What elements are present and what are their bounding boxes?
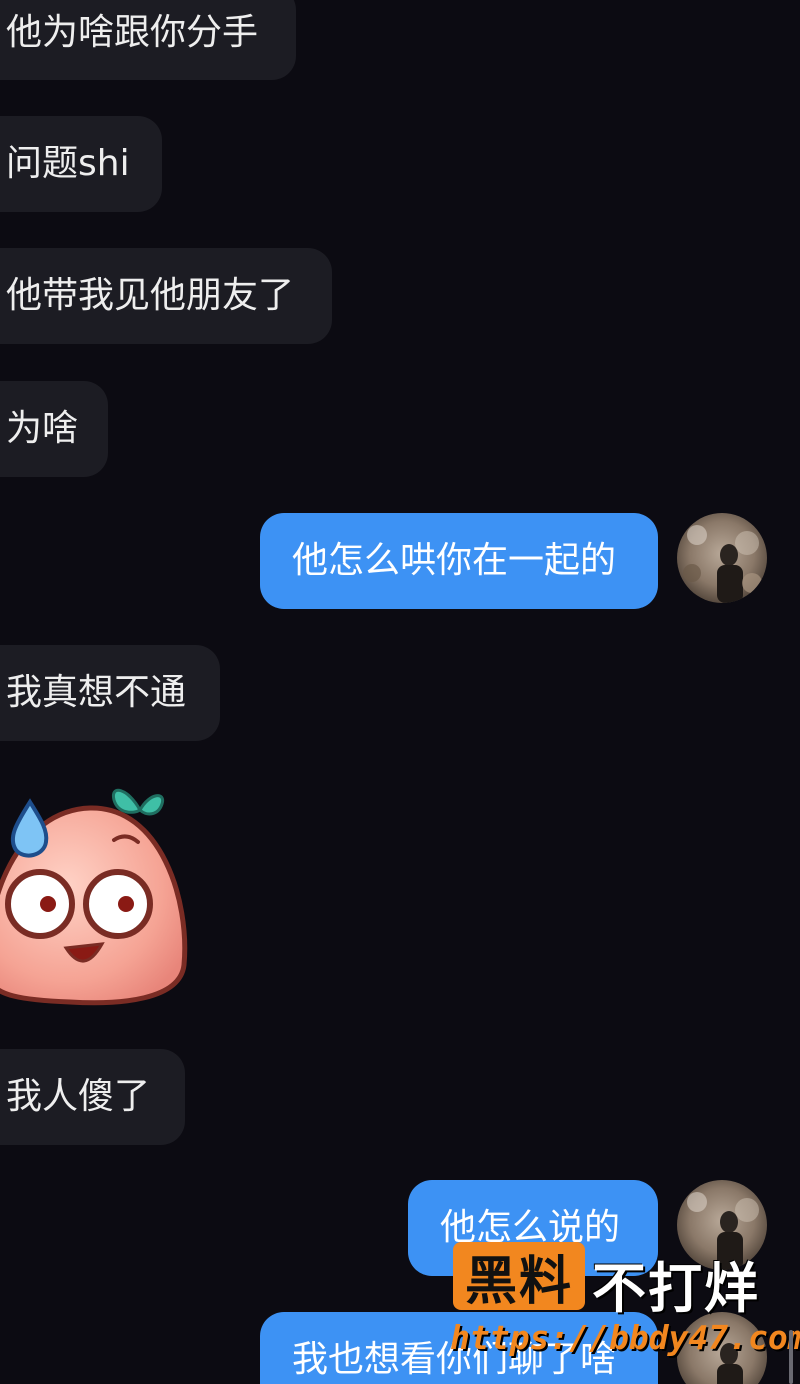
message-text: 问题shi — [6, 143, 130, 184]
message-bubble-incoming[interactable]: 为啥 — [0, 381, 108, 477]
avatar-photo-icon — [677, 513, 767, 603]
message-bubble-incoming[interactable]: 我人傻了 — [0, 1049, 185, 1145]
message-bubble-incoming[interactable]: 他为啥跟你分手 — [0, 0, 296, 80]
message-text: 为啥 — [6, 408, 79, 449]
user-avatar[interactable] — [677, 513, 767, 603]
sweating-blob-sticker-icon — [0, 788, 188, 1006]
message-text: 他怎么哄你在一起的 — [292, 540, 617, 581]
message-text: 他为啥跟你分手 — [6, 12, 259, 53]
message-text: 我真想不通 — [6, 672, 187, 713]
message-bubble-incoming[interactable]: 问题shi — [0, 116, 162, 212]
chat-conversation: 他为啥跟你分手 问题shi 他带我见他朋友了 为啥 他怎么哄你在一起的 我真想不… — [0, 0, 800, 1384]
watermark-title: 不打烊 — [592, 1257, 760, 1320]
message-text: 他带我见他朋友了 — [6, 275, 295, 316]
message-text: 我人傻了 — [6, 1076, 151, 1117]
watermark-logo-box: 黑料 — [453, 1242, 585, 1312]
watermark-box-text: 黑料 — [464, 1251, 573, 1312]
watermark-url: https://bbdy47.com — [450, 1318, 800, 1357]
sticker-message[interactable] — [0, 780, 200, 1010]
message-bubble-outgoing[interactable]: 他怎么哄你在一起的 — [260, 513, 658, 609]
scrollbar-thumb[interactable] — [789, 1330, 793, 1384]
message-bubble-incoming[interactable]: 我真想不通 — [0, 645, 220, 741]
message-bubble-incoming[interactable]: 他带我见他朋友了 — [0, 248, 332, 344]
